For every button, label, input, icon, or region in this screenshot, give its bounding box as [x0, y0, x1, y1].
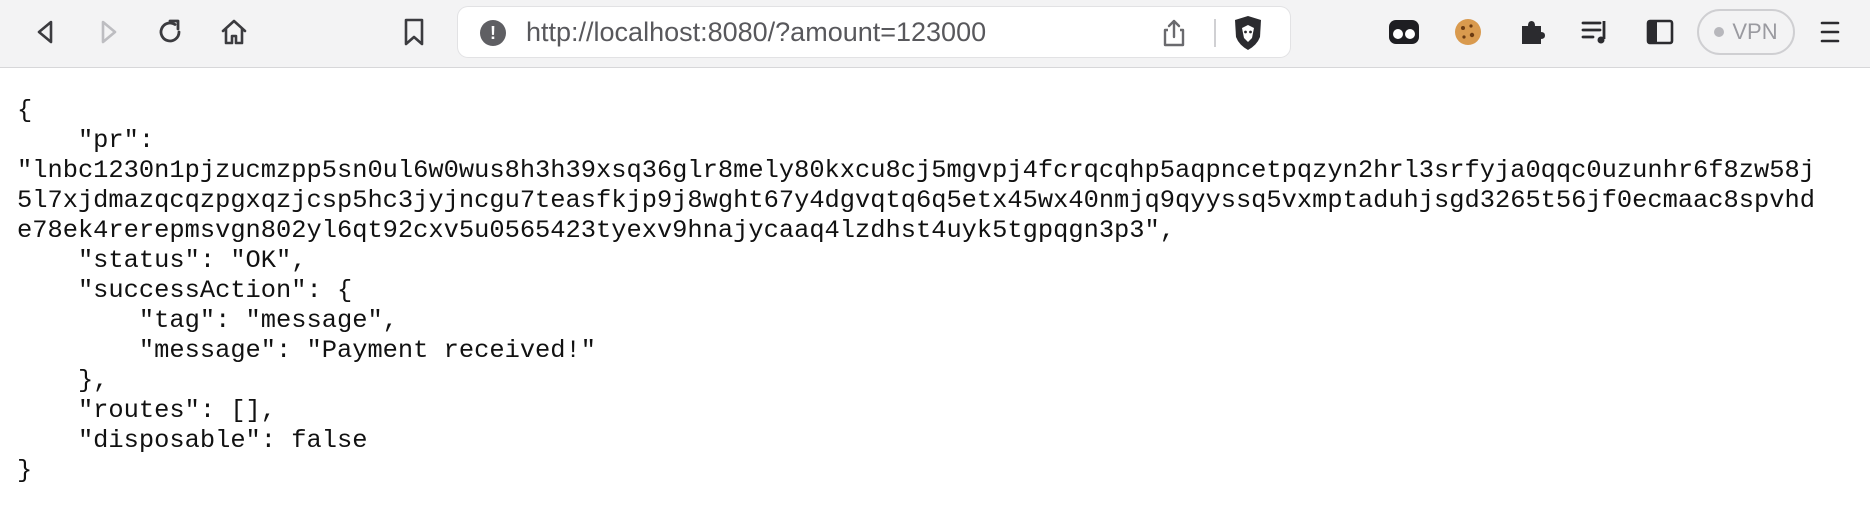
json-pr-value-line-3: e78ek4rerepmsvgn802yl6qt92cxv5u0565423ty…: [17, 216, 1176, 245]
reload-icon[interactable]: [150, 12, 190, 52]
json-status: "status": "OK",: [17, 246, 307, 275]
home-icon[interactable]: [214, 12, 254, 52]
bookmark-icon[interactable]: [394, 12, 434, 52]
playlist-icon[interactable]: [1576, 12, 1616, 52]
address-bar[interactable]: ! http://localhost:8080/?amount=123000: [458, 7, 1290, 57]
puzzle-icon[interactable]: [1512, 12, 1552, 52]
browser-toolbar: ! http://localhost:8080/?amount=123000 V…: [0, 0, 1870, 68]
vpn-label: VPN: [1732, 19, 1778, 44]
share-icon[interactable]: [1158, 17, 1190, 49]
hamburger-menu-icon[interactable]: [1810, 12, 1850, 52]
json-close-brace: }: [17, 456, 33, 485]
json-success-action-close: },: [17, 366, 109, 395]
json-success-action-open: "successAction": {: [17, 276, 353, 305]
url-text[interactable]: http://localhost:8080/?amount=123000: [526, 17, 1126, 47]
json-routes: "routes": [],: [17, 396, 277, 425]
forward-icon[interactable]: [88, 12, 128, 52]
json-open-brace: {: [17, 96, 33, 125]
json-pr-value-line-1: "lnbc1230n1pjzucmzpp5sn0ul6w0wus8h3h39xs…: [17, 156, 1815, 185]
vpn-button[interactable]: VPN: [1697, 9, 1795, 55]
vpn-status-dot: [1714, 27, 1725, 37]
back-icon[interactable]: [26, 12, 66, 52]
json-message: "message": "Payment received!": [17, 336, 597, 365]
json-response: { "pr": "lnbc1230n1pjzucmzpp5sn0ul6w0wus…: [17, 96, 1863, 486]
sidebar-icon[interactable]: [1640, 12, 1680, 52]
info-icon[interactable]: !: [480, 20, 506, 46]
json-tag: "tag": "message",: [17, 306, 398, 335]
json-pr-value-line-2: 5l7xjdmazqcqzpgxqzjcsp5hc3jyjncgu7teasfk…: [17, 186, 1815, 215]
cookie-icon[interactable]: [1448, 12, 1488, 52]
brave-shield-icon[interactable]: [1228, 13, 1268, 53]
json-pr-key: "pr":: [17, 126, 155, 155]
url-separator: [1214, 19, 1216, 47]
json-disposable: "disposable": false: [17, 426, 368, 455]
extension-glasses-icon[interactable]: [1384, 12, 1424, 52]
